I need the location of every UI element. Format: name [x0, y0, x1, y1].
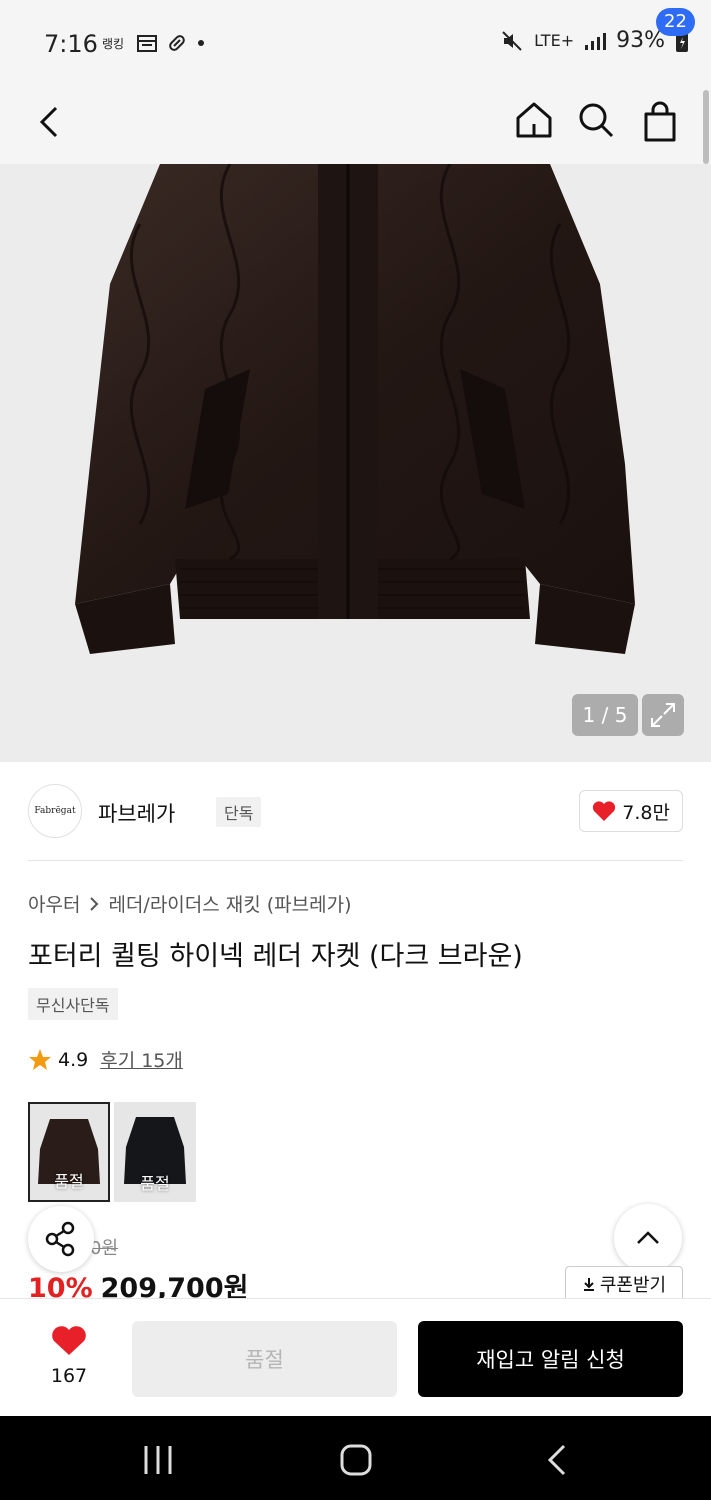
brand-name[interactable]: 파브레가 [98, 798, 175, 828]
download-icon [583, 1278, 594, 1291]
variant-thumbnail[interactable]: 품절 [28, 1102, 110, 1202]
brand-like-button[interactable]: 7.8만 [579, 790, 683, 832]
cart-icon[interactable] [636, 98, 684, 146]
coupon-label: 쿠폰받기 [599, 1275, 667, 1296]
cart-count-badge: 22 [656, 8, 695, 36]
chevron-right-icon [90, 896, 99, 911]
expand-icon [651, 703, 675, 727]
notification-app-icon: 랭킹 [102, 37, 124, 51]
rating-value: 4.9 [58, 1048, 89, 1071]
calendar-icon [137, 35, 157, 52]
share-icon [45, 1221, 75, 1257]
bottom-action-bar: 167 품절 재입고 알림 신청 [0, 1298, 711, 1416]
scroll-to-top-button[interactable] [614, 1204, 682, 1272]
star-icon [29, 1048, 51, 1070]
divider [28, 860, 683, 861]
network-label: LTE+ [534, 31, 575, 50]
dot-icon [198, 40, 204, 46]
original-price: 0원 [90, 1238, 119, 1259]
brand-exclusive-tag: 단독 [216, 797, 262, 827]
product-image[interactable] [0, 164, 711, 762]
wish-count: 167 [50, 1365, 88, 1387]
home-nav-icon[interactable] [334, 1438, 378, 1482]
status-time: 7:16 [44, 30, 98, 58]
coupon-button[interactable]: 쿠폰받기 [565, 1266, 683, 1302]
image-counter: 1 / 5 [572, 694, 638, 736]
breadcrumb-item[interactable]: 레더/라이더스 재킷 (파브레가) [108, 890, 351, 917]
mute-icon [502, 30, 522, 51]
brand-row: Fabrēgat 파브레가 단독 7.8만 [28, 784, 683, 840]
heart-icon [593, 801, 616, 821]
battery-percent: 93% [616, 28, 665, 53]
breadcrumb: 아우터 레더/라이더스 재킷 (파브레가) [28, 890, 352, 917]
brand-like-count: 7.8만 [622, 801, 670, 824]
back-arrow-icon[interactable] [30, 100, 74, 144]
exclusive-tag: 무신사단독 [28, 988, 118, 1020]
jacket-illustration [75, 164, 635, 654]
rating: 4.9 후기 15개 [28, 1046, 183, 1073]
variant-thumbnails: 품절 품절 [28, 1102, 196, 1202]
product-title: 포터리 퀼팅 하이넥 레더 자켓 (다크 브라운) [28, 941, 523, 972]
wish-button[interactable]: 167 [40, 1325, 98, 1387]
scrollbar[interactable] [703, 90, 709, 164]
signal-icon [585, 32, 607, 50]
brand-logo[interactable]: Fabrēgat [28, 784, 82, 838]
pill-icon [169, 35, 185, 51]
restock-alert-button[interactable]: 재입고 알림 신청 [418, 1321, 683, 1397]
svg-text:랭킹: 랭킹 [102, 37, 124, 51]
variant-soldout-label: 품절 [54, 1172, 84, 1191]
home-icon[interactable] [512, 98, 556, 142]
system-navigation-bar [0, 1416, 711, 1500]
variant-thumbnail[interactable]: 품절 [114, 1102, 196, 1202]
heart-icon [52, 1326, 86, 1355]
expand-button[interactable] [642, 694, 684, 736]
breadcrumb-item[interactable]: 아우터 [28, 890, 80, 917]
top-navigation [0, 86, 711, 164]
share-button[interactable] [28, 1206, 94, 1272]
back-nav-icon[interactable] [536, 1438, 580, 1482]
status-bar: 7:16 랭킹 LTE+ 93% [0, 0, 711, 86]
chevron-up-icon [637, 1231, 659, 1244]
search-icon[interactable] [574, 98, 618, 142]
variant-soldout-label: 품절 [140, 1174, 170, 1193]
recent-apps-icon[interactable] [136, 1438, 180, 1482]
soldout-button: 품절 [132, 1321, 397, 1397]
reviews-link[interactable]: 후기 15개 [100, 1046, 183, 1073]
